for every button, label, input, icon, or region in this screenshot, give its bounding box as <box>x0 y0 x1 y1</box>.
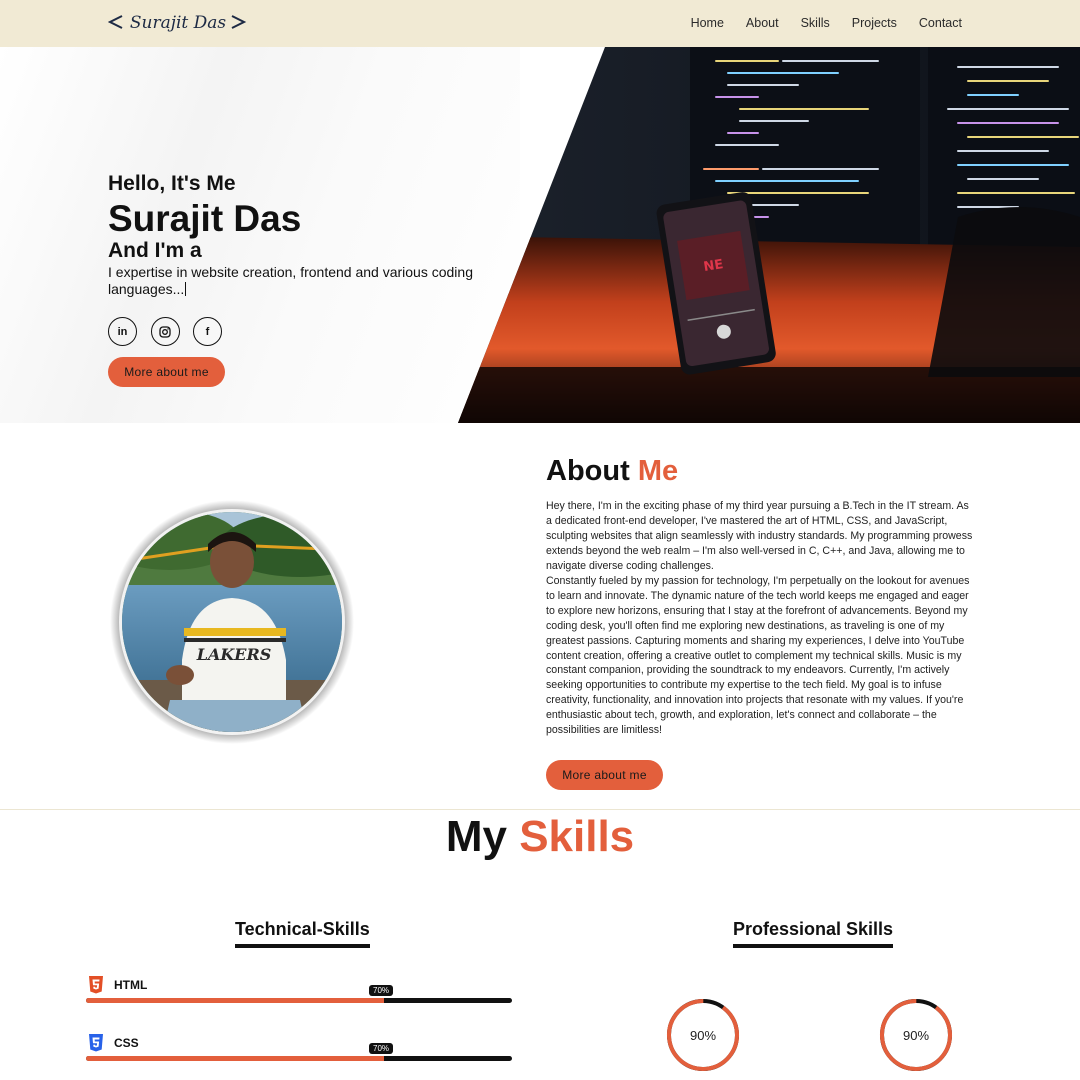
skill-css-percent: 70% <box>369 1043 394 1054</box>
skill-css: CSS 70% <box>86 1034 512 1064</box>
hero-tagline-text: I expertise in website creation, fronten… <box>108 264 473 297</box>
section-divider <box>0 809 1080 810</box>
hero-more-about-button[interactable]: More about me <box>108 357 225 387</box>
about-title-b: Me <box>637 455 679 487</box>
about-title: About Me <box>546 455 678 488</box>
about-description: Hey there, I'm in the exciting phase of … <box>546 499 974 738</box>
skill-html: HTML 70% <box>86 976 512 1006</box>
logo[interactable]: Surajit Das <box>108 7 248 41</box>
svg-text:NE: NE <box>703 257 725 275</box>
skill-css-bar <box>86 1056 512 1061</box>
ring-1-percent: 90% <box>689 1027 717 1043</box>
skill-html-name: HTML <box>114 978 148 992</box>
hero-tagline: I expertise in website creation, fronten… <box>108 264 508 298</box>
hero-section: NE Hello, It's Me Surajit Das And I'm a … <box>0 47 1080 423</box>
nav-link-about[interactable]: About <box>746 16 779 30</box>
nav-link-contact[interactable]: Contact <box>919 16 962 30</box>
hero-greeting: Hello, It's Me <box>108 172 236 195</box>
instagram-icon[interactable] <box>150 317 180 346</box>
ring-2-percent: 90% <box>902 1027 930 1043</box>
hero-intro: Hello, It's Me Surajit Das And I'm a I e… <box>108 172 508 298</box>
linkedin-icon[interactable]: in <box>108 317 137 346</box>
hero-role-prefix: And I'm a <box>108 239 202 262</box>
skills-title-a: My <box>445 812 520 861</box>
nav-link-home[interactable]: Home <box>691 16 724 30</box>
typing-cursor <box>185 282 187 296</box>
svg-text:LAKERS: LAKERS <box>196 645 272 664</box>
hero-image: NE <box>458 47 1080 423</box>
profile-photo: LAKERS <box>110 500 354 744</box>
css3-icon <box>89 1034 103 1052</box>
nav-link-skills[interactable]: Skills <box>801 16 830 30</box>
about-paragraph-2: Constantly fueled by my passion for tech… <box>546 574 970 737</box>
about-paragraph-1: Hey there, I'm in the exciting phase of … <box>546 500 973 572</box>
nav-link-projects[interactable]: Projects <box>852 16 897 30</box>
skill-html-percent: 70% <box>369 985 394 996</box>
about-more-button[interactable]: More about me <box>546 760 663 790</box>
skill-html-bar <box>86 998 512 1003</box>
logo-text: Surajit Das <box>130 13 227 33</box>
skills-title: My Skills <box>0 812 1080 862</box>
social-links: in f <box>108 317 236 346</box>
professional-skill-ring-2: 90% <box>878 997 954 1073</box>
professional-skills-title: Professional Skills <box>733 919 894 948</box>
skill-css-bar-fill <box>86 1056 385 1061</box>
professional-skill-ring-1: 90% <box>665 997 741 1073</box>
hero-name: Surajit Das <box>108 198 302 239</box>
skills-title-b: Skills <box>519 812 635 861</box>
html5-icon <box>89 976 103 994</box>
skill-css-name: CSS <box>114 1036 139 1050</box>
about-title-a: About <box>546 455 638 487</box>
technical-skills-title: Technical-Skills <box>235 919 370 948</box>
skill-html-bar-fill <box>86 998 385 1003</box>
nav-links: Home About Skills Projects Contact <box>669 16 962 30</box>
facebook-icon[interactable]: f <box>193 317 222 346</box>
top-navbar: Surajit Das Home About Skills Projects C… <box>0 0 1080 47</box>
